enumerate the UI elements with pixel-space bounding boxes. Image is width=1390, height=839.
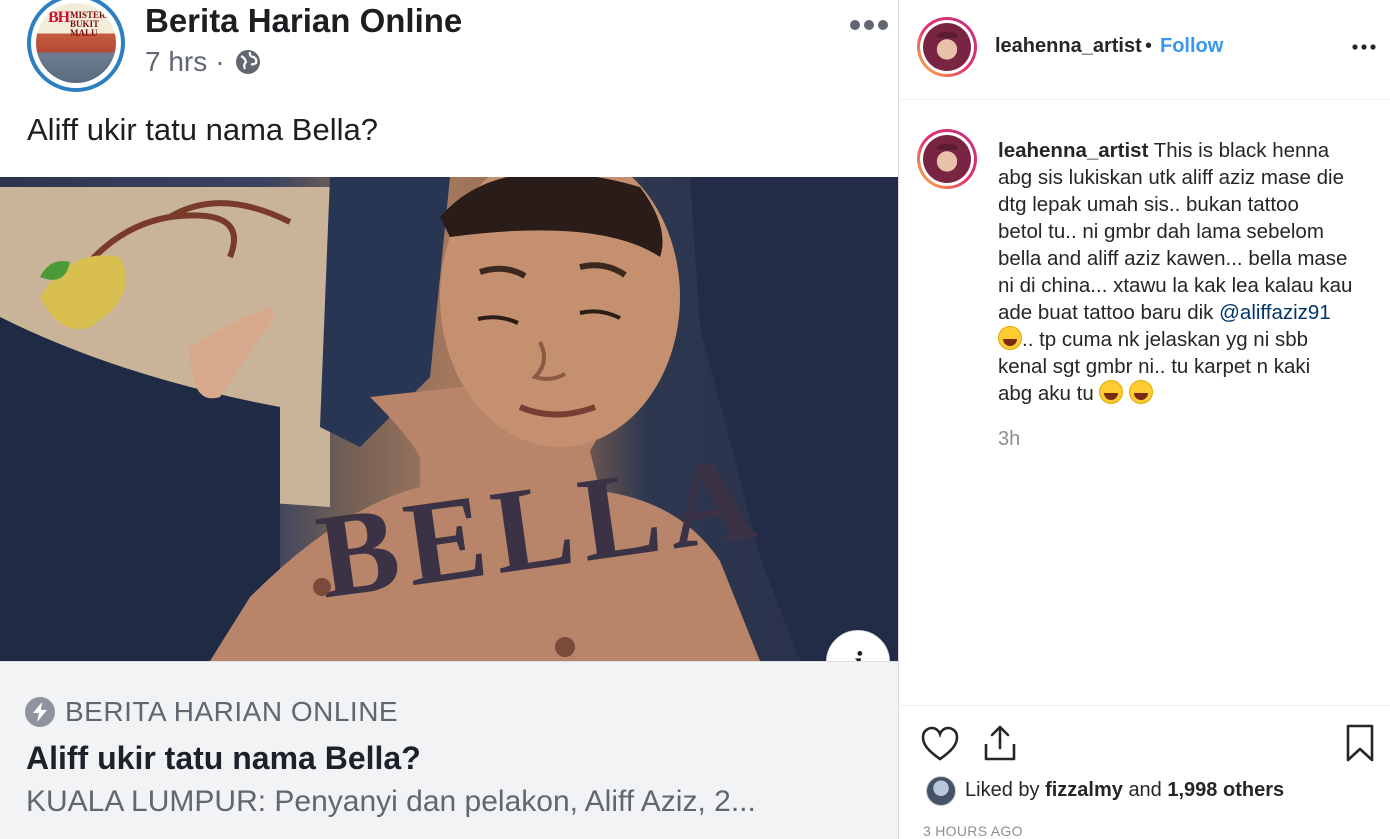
likes-summary: Liked by fizzalmy and 1,998 others bbox=[965, 779, 1285, 801]
comment-time[interactable]: 3h bbox=[998, 428, 1020, 451]
liker-username[interactable]: fizzalmy bbox=[1045, 779, 1123, 801]
liker-avatar[interactable] bbox=[926, 776, 956, 806]
mention-link[interactable]: @aliffaziz91 bbox=[1219, 301, 1331, 324]
comment-line-8: .. tp cuma nk jelaskan yg ni sbb bbox=[998, 326, 1368, 353]
ig-actions: Liked by fizzalmy and 1,998 others 3 HOU… bbox=[899, 705, 1390, 839]
heart-icon[interactable] bbox=[921, 726, 959, 767]
posted-ago: 3 HOURS AGO bbox=[923, 823, 1023, 839]
avatar-subtext: MISTERI BUKIT MALU bbox=[70, 10, 110, 38]
bookmark-icon[interactable] bbox=[1345, 723, 1375, 768]
post-caption: Aliff ukir tatu nama Bella? bbox=[27, 112, 378, 147]
instagram-panel: leahenna_artist • Follow leahenna_artist… bbox=[898, 0, 1390, 839]
comment-line-1: leahenna_artist This is black henna bbox=[998, 139, 1330, 162]
share-icon[interactable] bbox=[983, 724, 1017, 767]
likes-count-link[interactable]: 1,998 others bbox=[1167, 779, 1284, 801]
facebook-post: BH MISTERI BUKIT MALU Berita Harian Onli… bbox=[0, 0, 898, 839]
link-title[interactable]: Aliff ukir tatu nama Bella? bbox=[26, 740, 421, 777]
comment-text: leahenna_artist This is black henna abg … bbox=[998, 137, 1368, 407]
comment-line-2: abg sis lukiskan utk aliff aziz mase die bbox=[998, 166, 1345, 189]
post-time[interactable]: 7 hrs bbox=[145, 46, 207, 78]
comment-avatar[interactable] bbox=[917, 129, 977, 189]
avatar-logo-text: BH bbox=[48, 9, 70, 26]
ig-header: leahenna_artist • Follow bbox=[899, 0, 1390, 100]
globe-icon bbox=[233, 47, 263, 77]
rofl-emoji-icon bbox=[1129, 380, 1154, 404]
laughing-emoji-icon bbox=[1099, 380, 1124, 404]
comment-line-6: ni di china... xtawu la kak lea kalau ka… bbox=[998, 274, 1353, 297]
comment-line-3: dtg lepak umah sis.. bukan tattoo bbox=[998, 193, 1299, 216]
comment-line-4: betol tu.. ni gmbr dah lama sebelom bbox=[998, 220, 1324, 243]
link-source-label: BERITA HARIAN ONLINE bbox=[65, 696, 399, 727]
comment-line-10: abg aku tu bbox=[998, 380, 1368, 407]
comment-line-5: bella and aliff aziz kawen... bella mase bbox=[998, 247, 1348, 270]
post-meta: 7 hrs · bbox=[145, 46, 263, 78]
comment-line-9: kenal sgt gmbr ni.. tu karpet n kaki bbox=[998, 355, 1311, 378]
laughing-emoji-icon bbox=[998, 326, 1022, 350]
link-source: BERITA HARIAN ONLINE bbox=[25, 696, 398, 728]
page-name[interactable]: Berita Harian Online bbox=[145, 2, 462, 40]
page-avatar[interactable]: BH MISTERI BUKIT MALU bbox=[27, 0, 125, 92]
post-photo[interactable]: BELLA bbox=[0, 177, 898, 661]
ig-username[interactable]: leahenna_artist bbox=[995, 35, 1142, 58]
more-icon[interactable] bbox=[1351, 38, 1377, 56]
comment-username[interactable]: leahenna_artist bbox=[998, 139, 1148, 162]
link-description: KUALA LUMPUR: Penyanyi dan pelakon, Alif… bbox=[26, 785, 756, 818]
follow-button[interactable]: Follow bbox=[1160, 35, 1223, 58]
photo-illustration: BELLA bbox=[0, 177, 898, 661]
link-preview[interactable]: BERITA HARIAN ONLINE Aliff ukir tatu nam… bbox=[0, 661, 898, 839]
meta-separator: · bbox=[215, 46, 225, 77]
ig-avatar[interactable] bbox=[917, 17, 977, 77]
comment-line-7: ade buat tattoo baru dik @aliffaziz91 bbox=[998, 301, 1331, 324]
more-options-icon[interactable] bbox=[846, 10, 892, 40]
ig-separator: • bbox=[1145, 35, 1153, 57]
bolt-icon bbox=[25, 697, 55, 727]
